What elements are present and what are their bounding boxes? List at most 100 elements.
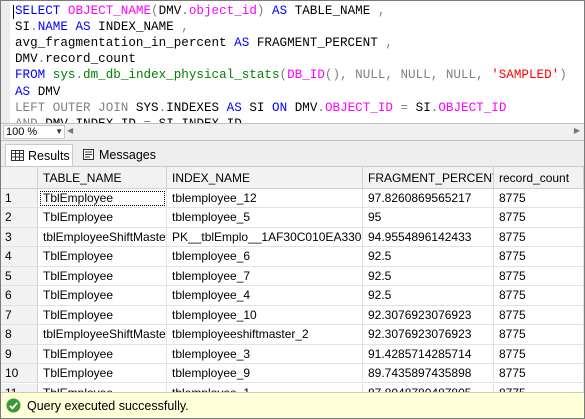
code-token: SI	[249, 100, 273, 115]
tab-messages[interactable]: Messages	[77, 144, 157, 166]
column-header[interactable]: record_count	[494, 167, 584, 189]
code-token: ,	[385, 36, 393, 51]
row-number[interactable]: 11	[1, 383, 38, 392]
table-row[interactable]: 1 TblEmployee tblemployee_12 97.82608695652…	[1, 189, 584, 209]
code-token: SI	[415, 100, 431, 115]
table-cell[interactable]: 8775	[494, 325, 584, 345]
code-line: DMV.record_count	[15, 51, 136, 67]
table-cell[interactable]: 8775	[494, 364, 584, 384]
table-cell[interactable]: 91.4285714285714	[363, 344, 494, 365]
table-cell[interactable]: 92.5	[363, 266, 494, 287]
table-row[interactable]: 6 TblEmployee tblemployee_4 92.5 8775	[1, 286, 584, 306]
table-cell[interactable]: 94.9554896142433	[363, 227, 494, 248]
code-token: dm_db_index_physical_stats	[83, 68, 280, 83]
table-cell[interactable]: 8775	[494, 266, 584, 287]
table-row[interactable]: 5 TblEmployee tblemployee_7 92.5 8775	[1, 266, 584, 287]
code-token: sys	[52, 68, 76, 83]
table-row[interactable]: 7 TblEmployee tblemployee_10 92.30769230769…	[1, 305, 584, 326]
table-cell[interactable]: 97.8260869565217	[363, 189, 494, 209]
table-cell[interactable]: tblemployee_3	[167, 344, 363, 365]
row-number[interactable]: 8	[1, 325, 38, 345]
row-number[interactable]: 9	[1, 344, 38, 365]
code-token: SYS	[135, 100, 159, 115]
table-cell[interactable]: 95	[363, 208, 494, 228]
table-cell[interactable]: 92.3076923076923	[363, 305, 494, 326]
table-cell[interactable]: tblemployee_7	[167, 266, 363, 287]
table-cell[interactable]: TblEmployee	[38, 208, 167, 228]
table-row[interactable]: 10 TblEmployee tblemployee_9 89.74358974358…	[1, 364, 584, 384]
row-number[interactable]: 5	[1, 266, 38, 287]
table-cell[interactable]: 8775	[494, 344, 584, 365]
code-token: INDEXES	[166, 100, 227, 115]
table-cell[interactable]: TblEmployee	[38, 286, 167, 306]
code-line: FROM sys.dm_db_index_physical_stats(DB_I…	[15, 67, 567, 83]
scroll-right-icon[interactable]: ▶	[574, 126, 580, 135]
table-cell[interactable]: tblemployee_5	[167, 208, 363, 228]
table-cell[interactable]: tblEmployeeShiftMaster	[38, 325, 167, 345]
table-cell[interactable]: 89.7435897435898	[363, 364, 494, 384]
table-cell[interactable]: TblEmployee	[38, 189, 167, 209]
table-row[interactable]: 2 TblEmployee tblemployee_5 95 8775	[1, 208, 584, 228]
table-cell[interactable]: TblEmployee	[38, 344, 167, 365]
table-cell[interactable]: 8775	[494, 286, 584, 306]
table-cell[interactable]: tblemployee_9	[167, 364, 363, 384]
table-cell[interactable]: 8775	[494, 227, 584, 248]
zoom-bar: 100 % ▼ ◀ ▶	[1, 123, 584, 141]
table-cell[interactable]: tblEmployeeShiftMaster	[38, 227, 167, 248]
table-cell[interactable]: tblemployee_1	[167, 383, 363, 392]
results-tabstrip: Results Messages	[1, 141, 584, 167]
messages-icon	[83, 149, 94, 160]
success-check-icon	[6, 398, 21, 413]
sql-editor[interactable]: SELECT OBJECT_NAME(DMV.object_id) AS TAB…	[1, 1, 584, 123]
table-row[interactable]: 9 TblEmployee tblemployee_3 91.428571428571…	[1, 344, 584, 365]
table-cell[interactable]: TblEmployee	[38, 266, 167, 287]
status-text: Query executed successfully.	[27, 399, 189, 413]
scroll-left-icon[interactable]: ◀	[67, 126, 73, 135]
table-cell[interactable]: PK__tblEmplo__1AF30C010EA330E9	[167, 227, 363, 248]
row-number[interactable]: 6	[1, 286, 38, 306]
table-cell[interactable]: 8775	[494, 208, 584, 228]
code-token: (	[151, 4, 159, 18]
table-cell[interactable]: 8775	[494, 247, 584, 267]
table-cell[interactable]: TblEmployee	[38, 383, 167, 392]
table-cell[interactable]: TblEmployee	[38, 364, 167, 384]
code-token: AS	[15, 84, 38, 99]
code-token: object_id	[188, 4, 257, 18]
table-cell[interactable]: tblemployee_10	[167, 305, 363, 326]
table-row[interactable]: 8 tblEmployeeShiftMaster tblemployeeshiftm…	[1, 325, 584, 345]
table-cell[interactable]: 8775	[494, 189, 584, 209]
code-token: OBJECT_ID	[438, 100, 507, 115]
table-cell[interactable]: tblemployeeshiftmaster_2	[167, 325, 363, 345]
row-number[interactable]: 3	[1, 227, 38, 248]
code-line: SI.NAME AS INDEX_NAME ,	[15, 19, 189, 35]
row-number[interactable]: 10	[1, 364, 38, 384]
table-cell[interactable]: 8775	[494, 383, 584, 392]
table-cell[interactable]: TblEmployee	[38, 247, 167, 267]
code-token: .	[75, 68, 84, 83]
column-header[interactable]: FRAGMENT_PERCENT	[363, 167, 494, 189]
row-number[interactable]: 7	[1, 305, 38, 326]
table-cell[interactable]: 87.8048780487805	[363, 383, 494, 392]
table-cell[interactable]: tblemployee_6	[167, 247, 363, 267]
results-grid[interactable]: TABLE_NAME INDEX_NAME FRAGMENT_PERCENT r…	[1, 167, 584, 392]
table-cell[interactable]: TblEmployee	[38, 305, 167, 326]
row-number[interactable]: 2	[1, 208, 38, 228]
table-cell[interactable]: 92.5	[363, 286, 494, 306]
table-cell[interactable]: 92.3076923076923	[363, 325, 494, 345]
row-number[interactable]: 4	[1, 247, 38, 267]
table-row[interactable]: 11TblEmployeetblemployee_187.80487804878…	[1, 383, 584, 392]
table-cell[interactable]: 8775	[494, 305, 584, 326]
editor-gutter	[1, 1, 10, 123]
table-cell[interactable]: 92.5	[363, 247, 494, 267]
table-cell[interactable]: tblemployee_4	[167, 286, 363, 306]
table-row[interactable]: 4 TblEmployee tblemployee_6 92.5 8775	[1, 247, 584, 267]
table-row[interactable]: 3 tblEmployeeShiftMaster PK__tblEmplo__1AF…	[1, 227, 584, 248]
tab-results[interactable]: Results	[5, 144, 73, 166]
table-cell[interactable]: tblemployee_12	[167, 189, 363, 209]
code-token: .	[181, 4, 189, 18]
column-header[interactable]: INDEX_NAME	[167, 167, 363, 189]
code-token: DMV	[37, 84, 61, 99]
row-number[interactable]: 1	[1, 189, 38, 209]
column-header[interactable]: TABLE_NAME	[38, 167, 167, 189]
zoom-level-select[interactable]: 100 % ▼	[3, 125, 65, 139]
